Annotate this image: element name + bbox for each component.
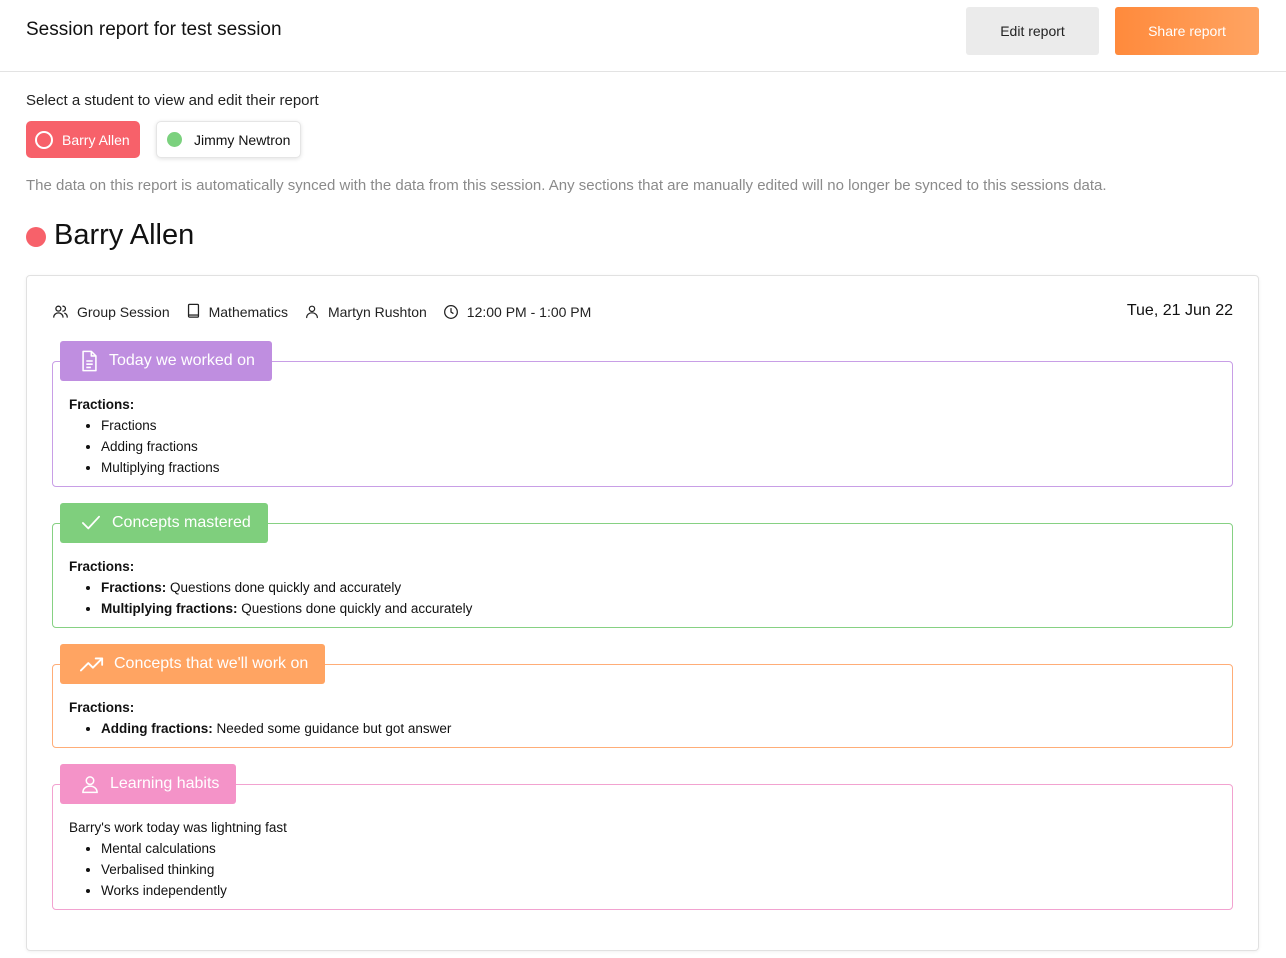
check-icon xyxy=(82,515,101,530)
user-icon xyxy=(306,305,318,319)
session-tutor: Martyn Rushton xyxy=(304,303,427,320)
session-time: 12:00 PM - 1:00 PM xyxy=(443,304,591,320)
trending-up-icon xyxy=(80,657,104,672)
section-body-work-on: Fractions: Adding fractions: Needed some… xyxy=(69,697,451,739)
section-tab-mastered: Concepts mastered xyxy=(60,503,268,543)
status-dot-icon xyxy=(167,132,182,147)
section-body-worked-on: Fractions: Fractions Adding fractions Mu… xyxy=(69,394,220,478)
user-icon xyxy=(82,776,98,794)
selected-ring-icon xyxy=(35,130,53,149)
clock-icon xyxy=(443,304,458,319)
section-body-habits: Barry's work today was lightning fast Me… xyxy=(69,817,287,901)
list-item: Adding fractions xyxy=(101,436,220,457)
section-tab-work-on: Concepts that we'll work on xyxy=(60,644,326,684)
list-item: Fractions xyxy=(101,415,220,436)
list-item: Multiplying fractions xyxy=(101,457,220,478)
student-name-heading: Barry Allen xyxy=(54,219,195,251)
book-icon xyxy=(187,303,199,318)
student-chip-jimmy-newtron[interactable]: Jimmy Newtron xyxy=(156,121,301,158)
list-item: Fractions: Questions done quickly and ac… xyxy=(101,577,472,598)
edit-report-button[interactable]: Edit report xyxy=(966,7,1099,55)
session-date: Tue, 21 Jun 22 xyxy=(1126,302,1233,319)
users-icon xyxy=(53,305,68,318)
list-item: Mental calculations xyxy=(101,838,287,859)
list-item: Multiplying fractions: Questions done qu… xyxy=(101,598,472,619)
session-type: Group Session xyxy=(52,303,170,320)
list-item: Adding fractions: Needed some guidance b… xyxy=(101,718,451,739)
student-color-dot xyxy=(26,227,46,247)
student-chip-label: Barry Allen xyxy=(62,131,130,148)
student-select-label: Select a student to view and edit their … xyxy=(26,92,319,109)
page-title: Session report for test session xyxy=(26,19,282,40)
list-item: Verbalised thinking xyxy=(101,859,287,880)
document-icon xyxy=(82,350,97,372)
top-bar: Session report for test session Edit rep… xyxy=(0,0,1286,72)
session-subject: Mathematics xyxy=(186,303,288,320)
sync-note: The data on this report is automatically… xyxy=(26,177,1107,194)
share-report-button[interactable]: Share report xyxy=(1115,7,1259,55)
session-meta: Group Session Mathematics Martyn Rushton… xyxy=(52,303,607,320)
section-tab-habits: Learning habits xyxy=(60,764,237,804)
student-chip-label: Jimmy Newtron xyxy=(194,131,291,148)
list-item: Works independently xyxy=(101,880,287,901)
student-chip-barry-allen[interactable]: Barry Allen xyxy=(26,121,140,158)
section-tab-worked-on: Today we worked on xyxy=(60,341,272,381)
section-body-mastered: Fractions: Fractions: Questions done qui… xyxy=(69,556,472,619)
